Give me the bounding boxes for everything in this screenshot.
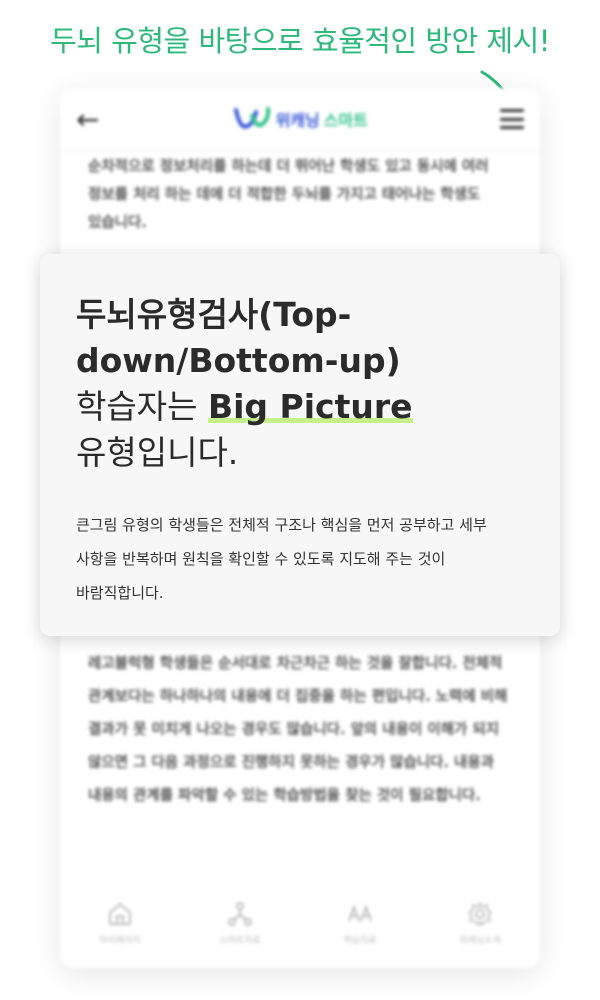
card-title: 두뇌유형검사(Top-down/Bottom-up) bbox=[76, 295, 401, 380]
bottom-tab-bar: 마이페이지 스마트자료 학습자료 위캐닝소개 bbox=[60, 878, 540, 968]
blurred-text-bottom: 레고블럭형 학생들은 순서대로 차근차근 하는 것을 잘합니다. 전체적 관계보… bbox=[88, 656, 508, 804]
app-header: ← 위캐닝 스마트 bbox=[60, 88, 540, 151]
network-icon bbox=[228, 901, 252, 926]
font-icon bbox=[348, 903, 372, 921]
tab-label: 위캐닝소개 bbox=[459, 935, 501, 946]
tab-study-data[interactable]: 학습자료 bbox=[310, 901, 410, 946]
tab-smart-data[interactable]: 스마트자료 bbox=[190, 901, 290, 946]
promo-page: 두뇌 유형을 바탕으로 효율적인 방안 제시! ← 위캐닝 스마트 순차적으로 정… bbox=[0, 0, 600, 1000]
subtitle-highlight: Big Picture bbox=[207, 387, 413, 426]
tab-about[interactable]: 위캐닝소개 bbox=[430, 900, 530, 946]
home-icon bbox=[109, 902, 131, 925]
logo-text-secondary: 스마트 bbox=[323, 111, 368, 130]
result-card: 두뇌유형검사(Top-down/Bottom-up) 학습자는 Big Pict… bbox=[40, 254, 560, 636]
card-description: 큰그림 유형의 학생들은 전체적 구조나 핵심을 먼저 공부하고 세부 사항을 … bbox=[76, 516, 487, 602]
subtitle-suffix: 유형입니다. bbox=[76, 433, 239, 472]
headline: 두뇌 유형을 바탕으로 효율적인 방안 제시! bbox=[50, 24, 550, 58]
hamburger-menu-icon[interactable] bbox=[500, 109, 524, 129]
card-subtitle: 학습자는 Big Picture 유형입니다. bbox=[76, 384, 536, 476]
subtitle-prefix: 학습자는 bbox=[76, 387, 208, 426]
app-logo: 위캐닝 스마트 bbox=[232, 106, 368, 132]
tab-label: 마이페이지 bbox=[99, 935, 141, 946]
logo-text-primary: 위캐닝 bbox=[275, 111, 320, 130]
tab-label: 스마트자료 bbox=[219, 935, 261, 946]
back-arrow-icon[interactable]: ← bbox=[76, 103, 99, 136]
blurred-text-top: 순차적으로 정보처리를 하는데 더 뛰어난 학생도 있고 동시에 여러 정보를 … bbox=[88, 159, 489, 231]
settings-icon bbox=[467, 900, 493, 926]
tab-label: 학습자료 bbox=[343, 935, 377, 946]
logo-mark-icon bbox=[233, 107, 270, 129]
tab-my-page[interactable]: 마이페이지 bbox=[70, 901, 170, 946]
